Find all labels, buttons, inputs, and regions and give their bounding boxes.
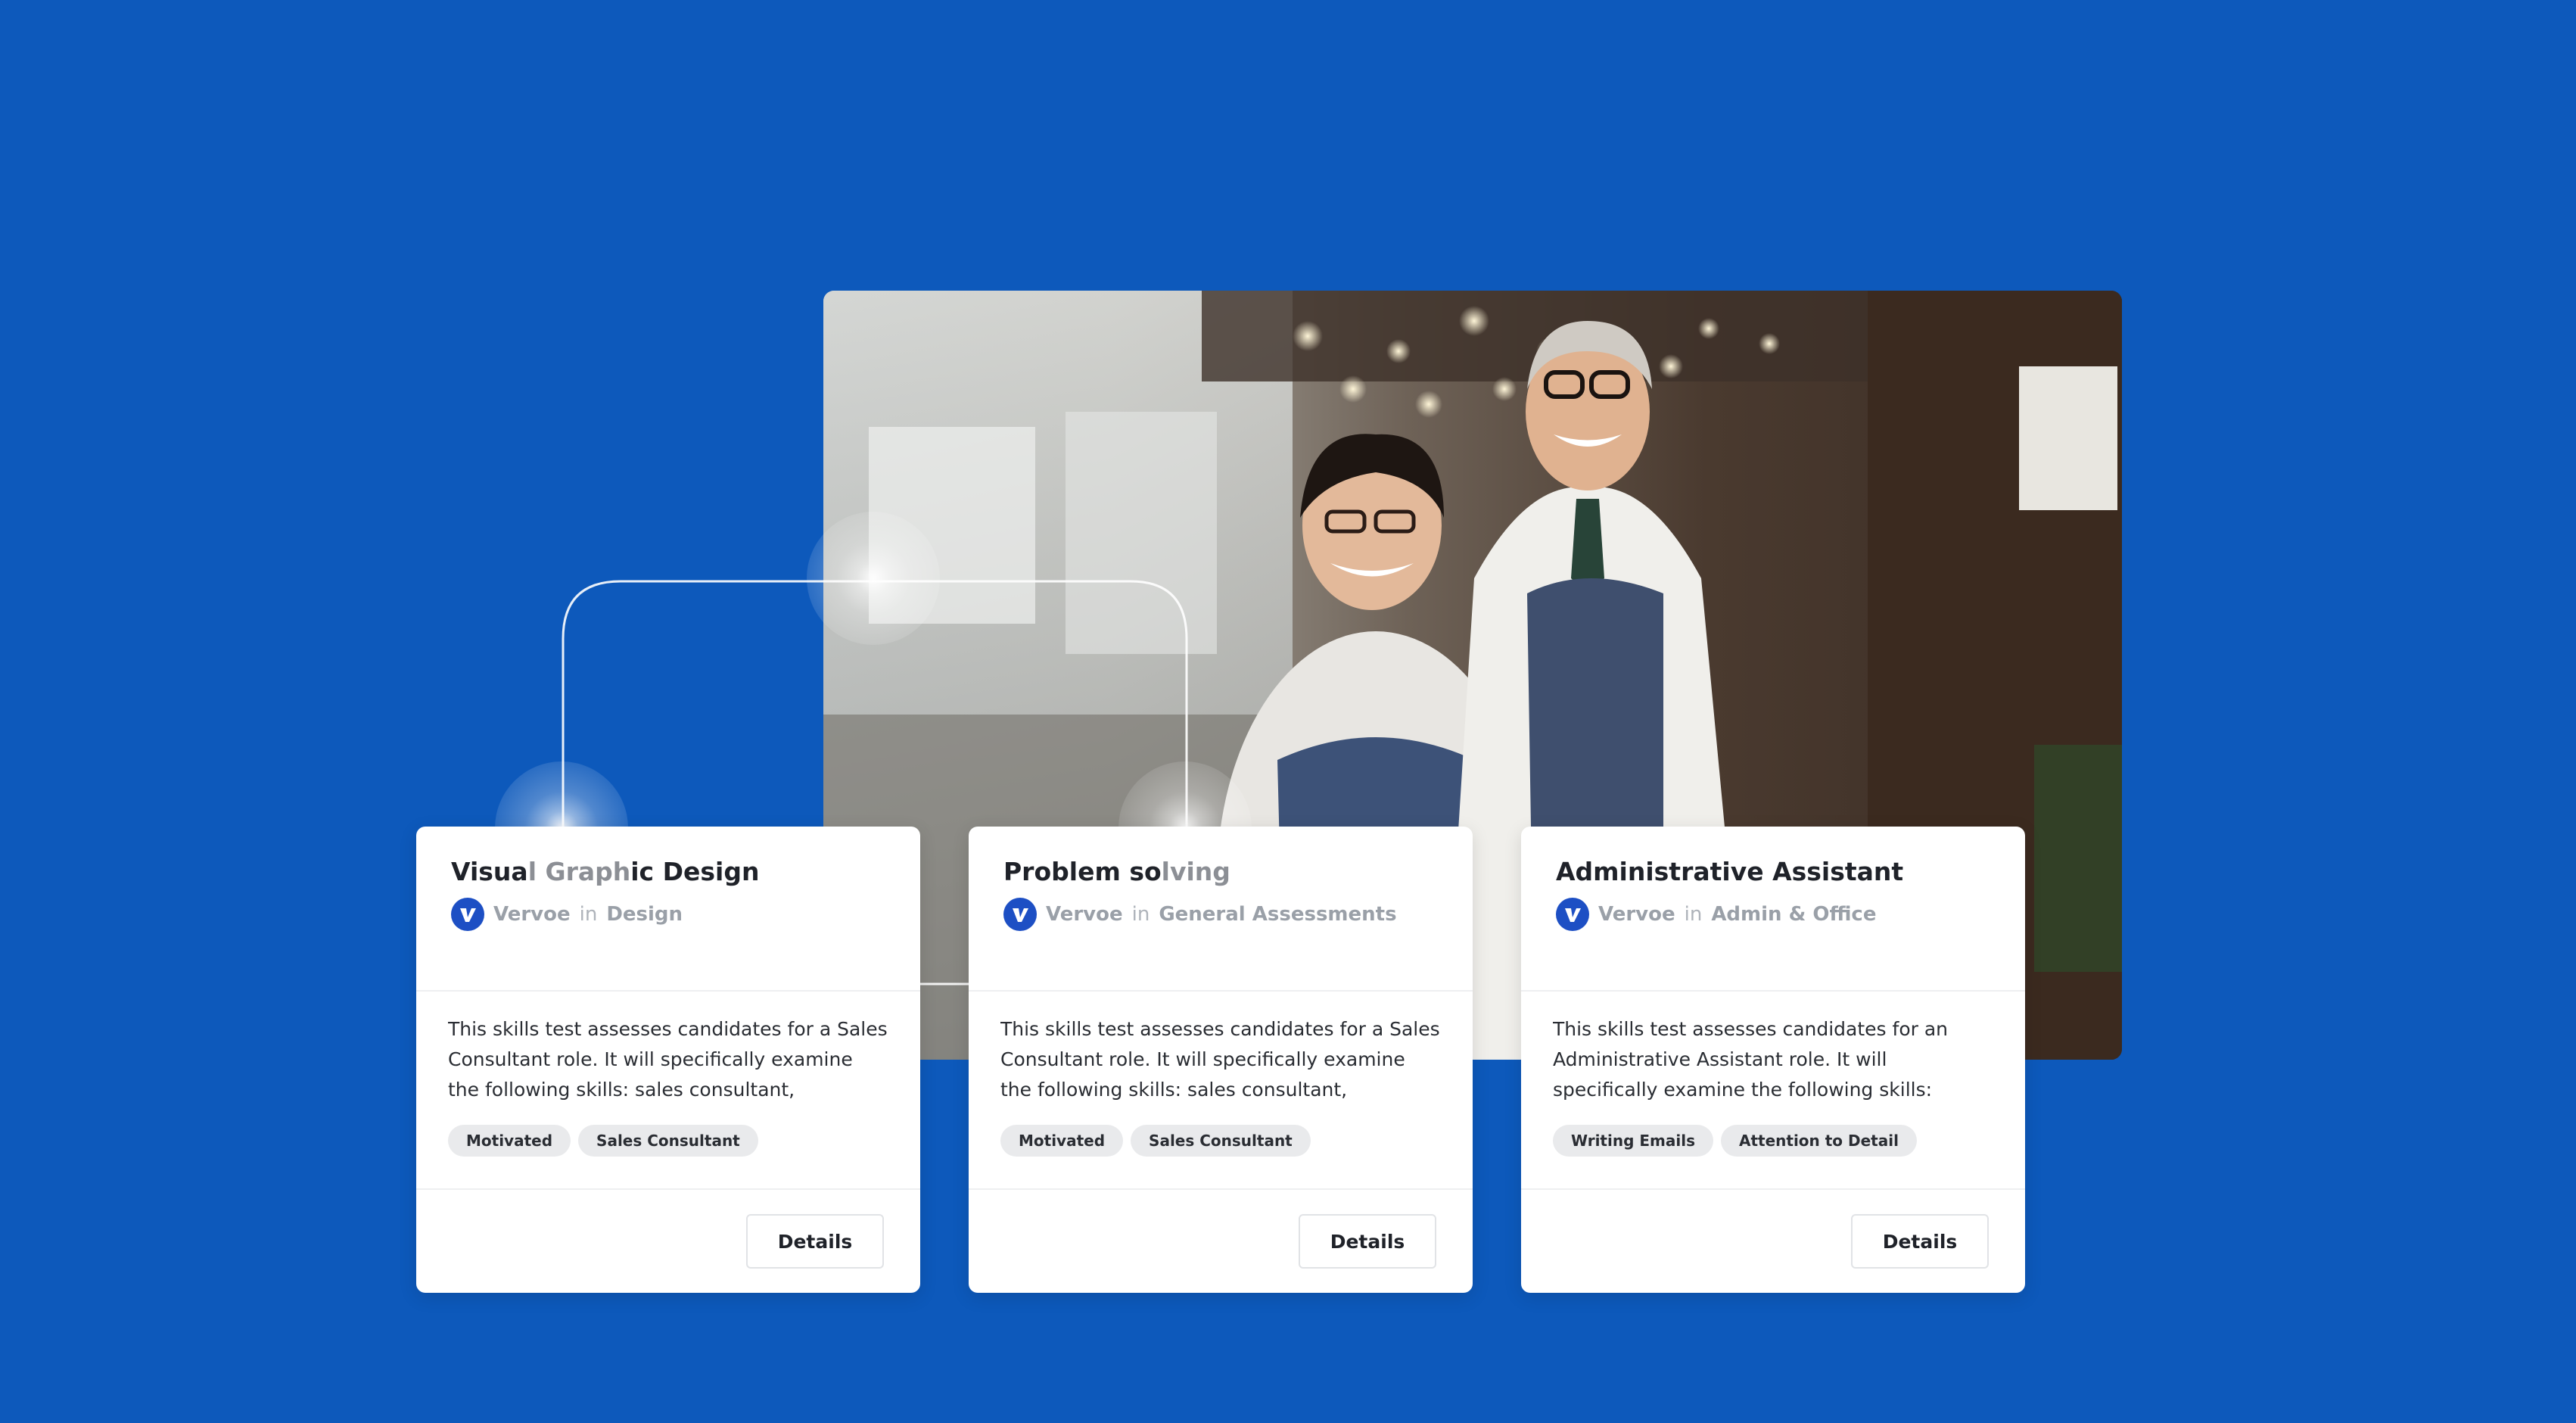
card-body: This skills test assesses candidates for… bbox=[416, 992, 920, 1190]
skill-tag: Writing Emails bbox=[1553, 1125, 1713, 1157]
skill-tag: Attention to Detail bbox=[1720, 1125, 1917, 1157]
card-footer: Details bbox=[969, 1190, 1473, 1293]
skill-tag: Sales Consultant bbox=[1131, 1125, 1311, 1157]
card-meta: Vervoe in General Assessments bbox=[1003, 897, 1438, 931]
tag-list: Motivated Sales Consultant bbox=[1000, 1125, 1441, 1157]
card-footer: Details bbox=[416, 1190, 920, 1293]
category-name[interactable]: Admin & Office bbox=[1711, 903, 1876, 926]
category-name[interactable]: Design bbox=[606, 903, 683, 926]
assessment-card[interactable]: Problem solving Vervoe in General Assess… bbox=[969, 827, 1473, 1293]
in-label: in bbox=[579, 902, 598, 926]
in-label: in bbox=[1131, 902, 1150, 926]
skill-tag: Sales Consultant bbox=[578, 1125, 758, 1157]
card-title[interactable]: Problem solving bbox=[1003, 857, 1438, 887]
card-header: Problem solving Vervoe in General Assess… bbox=[969, 827, 1473, 992]
card-meta: Vervoe in Design bbox=[451, 897, 885, 931]
card-description: This skills test assesses candidates for… bbox=[1000, 1018, 1440, 1101]
card-meta: Vervoe in Admin & Office bbox=[1556, 897, 1990, 931]
assessment-card[interactable]: Administrative Assistant Vervoe in Admin… bbox=[1521, 827, 2025, 1293]
vervoe-logo-icon bbox=[451, 897, 484, 931]
card-header: Visual Graphic Design Vervoe in Design bbox=[416, 827, 920, 992]
details-button[interactable]: Details bbox=[1299, 1214, 1436, 1269]
card-description: This skills test assesses candidates for… bbox=[448, 1018, 888, 1101]
company-name[interactable]: Vervoe bbox=[1046, 903, 1123, 926]
details-button[interactable]: Details bbox=[1851, 1214, 1989, 1269]
details-button[interactable]: Details bbox=[746, 1214, 884, 1269]
tag-list: Writing Emails Attention to Detail bbox=[1553, 1125, 1993, 1157]
company-name[interactable]: Vervoe bbox=[493, 903, 571, 926]
skill-tag: Motivated bbox=[448, 1125, 571, 1157]
card-title[interactable]: Administrative Assistant bbox=[1556, 857, 1990, 887]
card-footer: Details bbox=[1521, 1190, 2025, 1293]
vervoe-logo-icon bbox=[1556, 897, 1589, 931]
tag-list: Motivated Sales Consultant bbox=[448, 1125, 888, 1157]
card-body: This skills test assesses candidates for… bbox=[969, 992, 1473, 1190]
category-name[interactable]: General Assessments bbox=[1159, 903, 1396, 926]
in-label: in bbox=[1684, 902, 1703, 926]
skill-tag: Motivated bbox=[1000, 1125, 1124, 1157]
company-name[interactable]: Vervoe bbox=[1598, 903, 1675, 926]
assessment-card[interactable]: Visual Graphic Design Vervoe in Design T… bbox=[416, 827, 920, 1293]
card-description: This skills test assesses candidates for… bbox=[1553, 1018, 1949, 1101]
card-body: This skills test assesses candidates for… bbox=[1521, 992, 2025, 1190]
card-title[interactable]: Visual Graphic Design bbox=[451, 857, 885, 887]
card-header: Administrative Assistant Vervoe in Admin… bbox=[1521, 827, 2025, 992]
vervoe-logo-icon bbox=[1003, 897, 1037, 931]
